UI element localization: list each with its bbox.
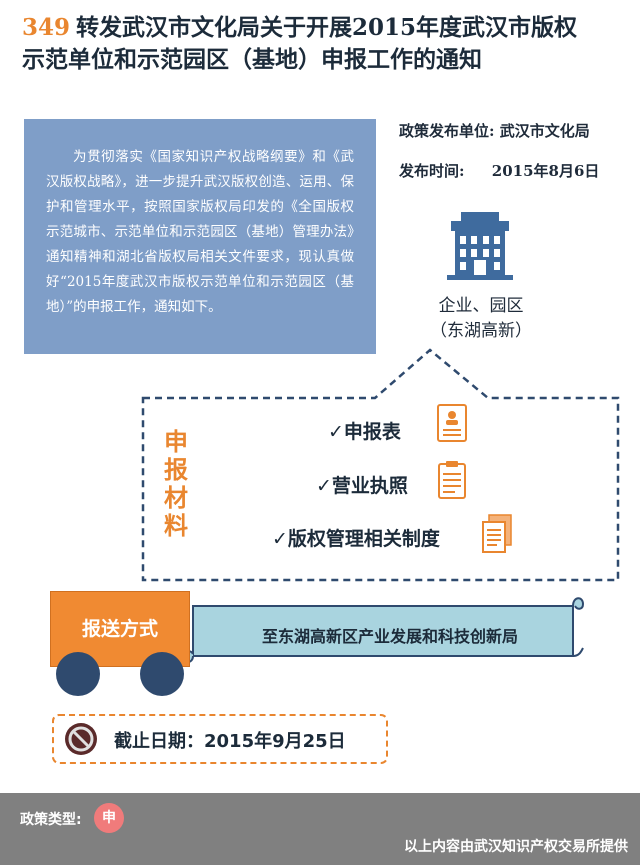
date-label: 发布时间: <box>399 162 465 180</box>
issuer-info: 政策发布单位: 武汉市文化局 <box>399 120 590 141</box>
building-icon <box>447 212 513 280</box>
materials-panel-outline <box>141 348 620 582</box>
title-line-2: 示范单位和示范园区（基地）申报工作的通知 <box>22 46 482 73</box>
issuer-value: 武汉市文化局 <box>499 122 590 140</box>
clipboard-icon <box>438 461 466 499</box>
deadline-date: 2015年9月25日 <box>204 731 346 752</box>
title-line-1: 349 转发武汉市文化局关于开展2015年度武汉市版权 <box>22 12 622 44</box>
policy-type-label: 政策类型: <box>20 812 82 828</box>
destination-text: 至东湖高新区产业发展和科技创新局 <box>261 627 518 646</box>
date-info: 发布时间: 2015年8月6日 <box>399 160 599 181</box>
form-document-icon <box>437 404 467 442</box>
footer-credit: 以上内容由武汉知识产权交易所提供 <box>404 839 628 855</box>
documents-stack-icon <box>482 514 512 553</box>
check-icon: ✓ <box>316 475 332 497</box>
no-entry-icon <box>65 723 97 755</box>
deadline-label: 截止日期： <box>114 731 204 752</box>
policy-number: 349 <box>22 14 71 41</box>
delivery-method-label: 报送方式 <box>81 618 158 640</box>
policy-type-badge: 申 <box>94 803 124 833</box>
check-icon: ✓ <box>328 421 344 443</box>
date-value: 2015年8月6日 <box>491 162 600 180</box>
entity-label: 企业、园区 （东湖高新） <box>400 294 562 344</box>
materials-title: 申 报 材 料 <box>164 428 188 540</box>
title-text-1: 转发武汉市文化局关于开展2015年度武汉市版权 <box>76 14 578 41</box>
truck-wheel-left <box>56 652 100 696</box>
page-title: 349 转发武汉市文化局关于开展2015年度武汉市版权 示范单位和示范园区（基地）… <box>22 12 622 76</box>
entity-line-1: 企业、园区 <box>438 296 524 316</box>
material-item-copyright-rules: ✓版权管理相关制度 <box>272 528 440 550</box>
deadline-text: 截止日期：2015年9月25日 <box>114 727 346 753</box>
material-item-business-license: ✓营业执照 <box>316 475 408 497</box>
intro-paragraph: 为贯彻落实《国家知识产权战略纲要》和《武汉版权战略》，进一步提升武汉版权创造、运… <box>24 119 376 354</box>
issuer-label: 政策发布单位: <box>399 122 495 140</box>
material-item-application-form: ✓申报表 <box>328 421 401 443</box>
truck-wheel-right <box>140 652 184 696</box>
check-icon: ✓ <box>272 528 288 550</box>
